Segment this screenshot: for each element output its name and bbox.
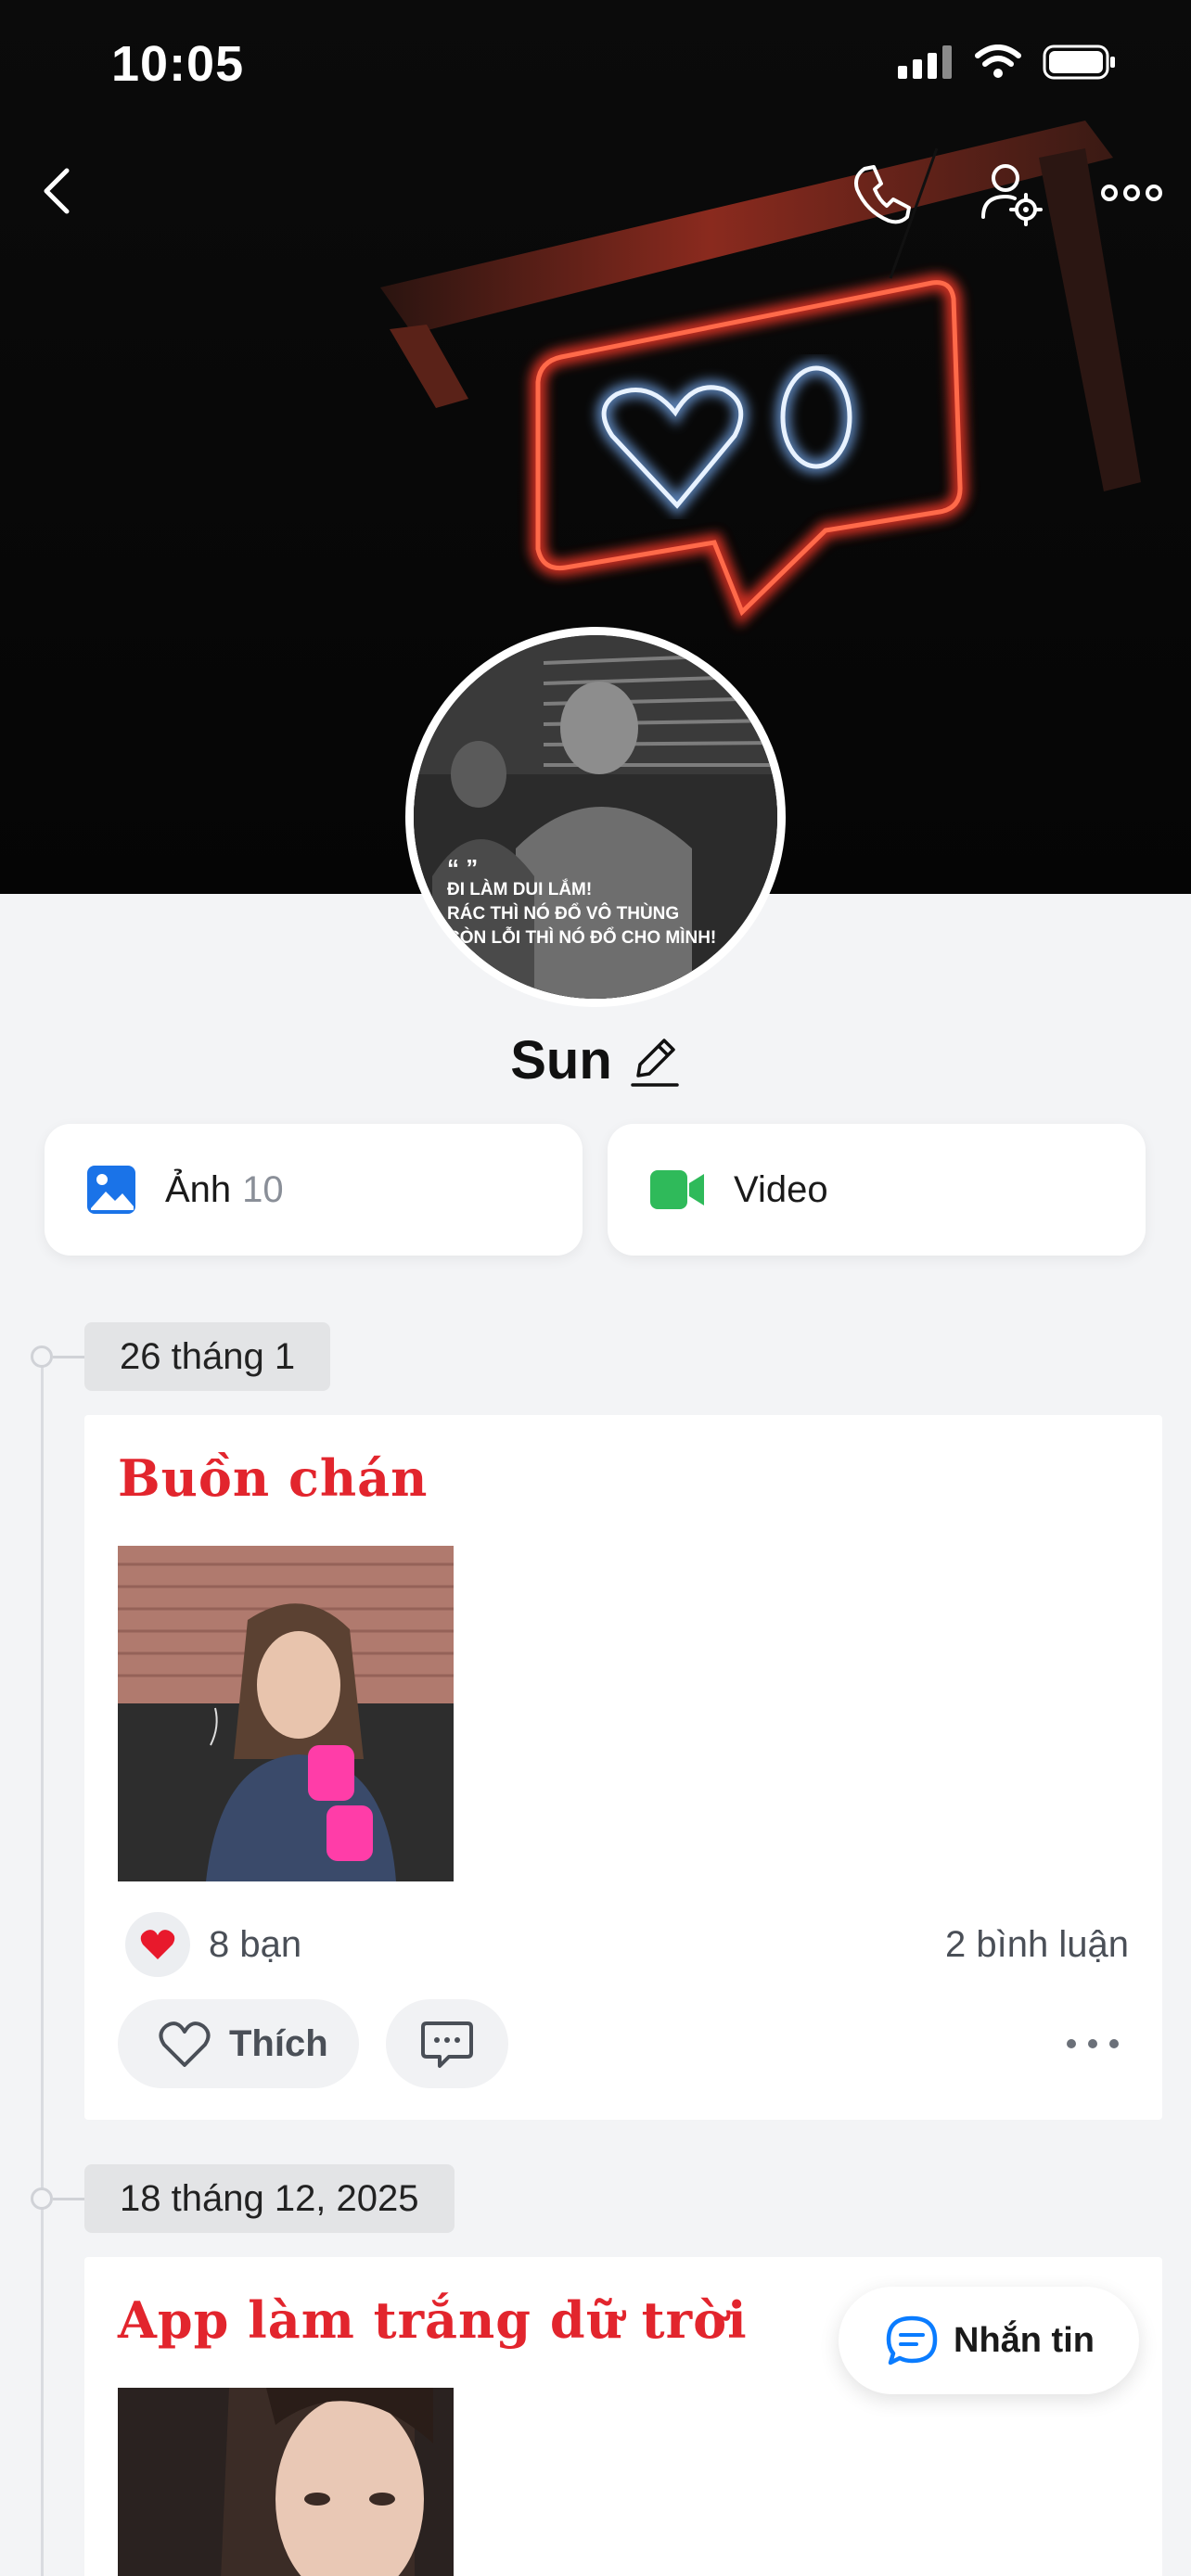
wifi-icon xyxy=(975,45,1021,78)
profile-name: Sun xyxy=(510,1030,612,1090)
reaction-count[interactable]: 8 bạn xyxy=(209,1924,301,1966)
battery-icon xyxy=(1043,45,1115,80)
timeline-connector xyxy=(53,1356,84,1358)
send-message-button[interactable]: Nhắn tin xyxy=(839,2287,1139,2394)
video-camera-icon xyxy=(650,1170,704,1209)
comment-button[interactable] xyxy=(386,1999,508,2088)
post-reactions-row: 8 bạn 2 bình luận xyxy=(125,1912,1129,1977)
timeline-dot xyxy=(31,2187,53,2210)
like-button[interactable]: Thích xyxy=(118,1999,359,2088)
photos-label: Ảnh xyxy=(165,1168,232,1210)
back-arrow-icon[interactable] xyxy=(28,158,93,223)
photos-count: 10 xyxy=(242,1168,284,1210)
selfie-photo xyxy=(118,2388,454,2576)
avatar-caption-line: CÒN LỖI THÌ NÓ ĐỔ CHO MÌNH! xyxy=(447,928,717,948)
avatar-caption-line: RÁC THÌ NÓ ĐỔ VÔ THÙNG xyxy=(447,904,680,924)
timeline-dot xyxy=(31,1345,53,1368)
status-icons xyxy=(898,45,1117,80)
post-date-badge: 18 tháng 12, 2025 xyxy=(84,2164,455,2233)
timeline-post[interactable]: Buồn chán 8 bạn 2 bình luận Thích xyxy=(84,1415,1162,2120)
like-label: Thích xyxy=(229,2022,328,2064)
quote-icon: “ ” xyxy=(447,854,479,882)
image-icon xyxy=(87,1166,135,1214)
photos-card[interactable]: Ảnh 10 xyxy=(45,1124,583,1256)
post-photo[interactable] xyxy=(118,2388,454,2576)
post-more-icon[interactable] xyxy=(1060,2025,1125,2062)
heart-reaction-icon[interactable] xyxy=(125,1912,190,1977)
timeline-connector xyxy=(53,2198,84,2200)
heart-outline-icon xyxy=(159,2021,211,2067)
avatar-quote-text: “ ” ĐI LÀM DUI LẮM! RÁC THÌ NÓ ĐỔ VÔ THÙ… xyxy=(447,854,762,950)
post-title: Buồn chán xyxy=(118,1448,429,1508)
status-bar: 10:05 xyxy=(0,0,1191,134)
selfie-photo xyxy=(118,1546,454,1881)
videos-card[interactable]: Video xyxy=(608,1124,1146,1256)
post-title: App làm trắng dữ trời xyxy=(118,2290,748,2350)
post-date-badge: 26 tháng 1 xyxy=(84,1322,331,1391)
signal-icon xyxy=(898,45,952,79)
post-photo[interactable] xyxy=(118,1546,454,1881)
chat-bubble-icon xyxy=(886,2315,938,2366)
profile-name-row: Sun xyxy=(0,1029,1191,1091)
avatar-caption-line: ĐI LÀM DUI LẮM! xyxy=(447,880,593,899)
send-message-label: Nhắn tin xyxy=(954,2320,1095,2360)
phone-icon[interactable] xyxy=(844,156,918,230)
more-options-icon[interactable] xyxy=(1095,156,1169,230)
status-time: 10:05 xyxy=(111,36,245,92)
comment-count[interactable]: 2 bình luận xyxy=(945,1924,1129,1966)
profile-avatar[interactable]: “ ” ĐI LÀM DUI LẮM! RÁC THÌ NÓ ĐỔ VÔ THÙ… xyxy=(405,627,786,1007)
timeline-line xyxy=(41,1356,44,2576)
user-settings-icon[interactable] xyxy=(974,156,1048,230)
videos-label: Video xyxy=(734,1168,828,1210)
comment-bubble-icon xyxy=(421,2021,473,2068)
edit-pencil-icon[interactable] xyxy=(629,1033,681,1089)
profile-topbar xyxy=(0,148,1191,232)
